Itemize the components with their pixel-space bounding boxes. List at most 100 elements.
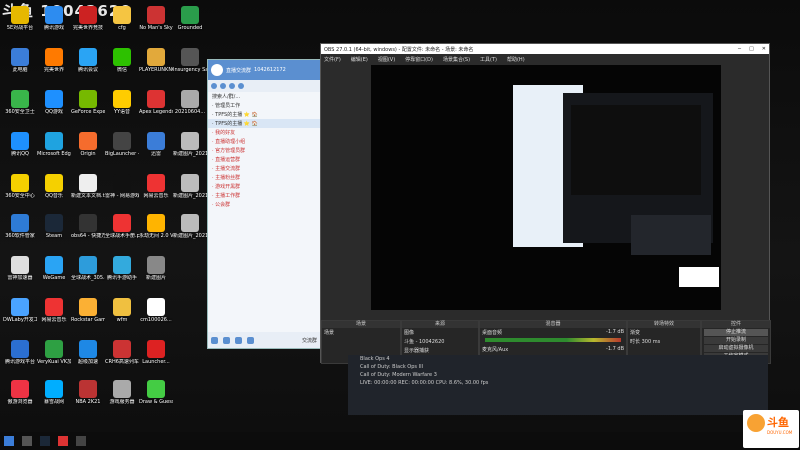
steam-taskbar-icon[interactable]	[40, 436, 50, 446]
menu-icon[interactable]	[211, 336, 218, 344]
game-taskbar-icon[interactable]	[58, 436, 68, 446]
desktop-icon[interactable]: cm100026...	[139, 298, 173, 323]
desktop-icon[interactable]: 永劫无间 2.0 Ver3.7	[139, 214, 173, 239]
desktop-icon[interactable]: 完美世界	[37, 48, 71, 73]
desktop-icon[interactable]: No Man's Sky	[139, 6, 173, 31]
list-item[interactable]: · 主播工作群	[208, 191, 320, 200]
game-list-item[interactable]: Call of Duty: Black Ops III	[348, 363, 768, 371]
desktop-icon[interactable]: 全球战术_305.exe	[71, 256, 105, 281]
desktop-icon[interactable]: Apex Legends	[139, 90, 173, 115]
desktop-icon[interactable]: 新建图片	[139, 256, 173, 281]
desktop-icon[interactable]: PLAYERUNKNOWN'S BATTLEG...	[139, 48, 173, 73]
desktop-icon[interactable]: GeForce Experience	[71, 90, 105, 115]
desktop-icon[interactable]: 暴雪战网	[37, 380, 71, 405]
list-item[interactable]: · 我的好友	[208, 128, 320, 137]
desktop-icon[interactable]: Steam	[37, 214, 71, 239]
list-item[interactable]: · TPFS的主播 ⭐ 🏠	[208, 119, 320, 128]
desktop-icon[interactable]: WeGame	[37, 256, 71, 281]
close-icon[interactable]: ✕	[762, 46, 766, 52]
list-item[interactable]: · 游戏开黑群	[208, 182, 320, 191]
control-button[interactable]: 开始录制	[704, 337, 768, 344]
emoji-icon[interactable]	[247, 336, 254, 344]
menu-item[interactable]: 编辑(E)	[351, 56, 368, 63]
menu-item[interactable]: 场景集合(S)	[443, 56, 470, 63]
duration-input[interactable]: 300 ms	[642, 339, 661, 345]
source-item[interactable]: 显示器捕获	[402, 346, 478, 355]
desktop-icon[interactable]: Origin	[71, 132, 105, 157]
desktop-icon[interactable]: Grounded	[173, 6, 207, 31]
maximize-icon[interactable]: □	[749, 46, 754, 52]
desktop-icon[interactable]: Launcher...	[139, 340, 173, 365]
desktop-icon[interactable]: 腾讯游戏	[37, 6, 71, 31]
control-button[interactable]: 停止推流	[704, 329, 768, 336]
list-item[interactable]: · 官方管理员群	[208, 146, 320, 155]
desktop-icon[interactable]: CRH6高速列车模拟器	[105, 340, 139, 365]
desktop-icon[interactable]: 20210604...	[173, 90, 207, 115]
menu-item[interactable]: 停靠窗口(D)	[405, 56, 433, 63]
list-item[interactable]: · 直播助理小组	[208, 137, 320, 146]
menu-item[interactable]: 文件(F)	[324, 56, 341, 63]
control-button[interactable]: 启动虚拟摄像机	[704, 345, 768, 352]
desktop-icon[interactable]: 雷神 - 网易游戏加速器	[105, 174, 139, 199]
game-list-item[interactable]: Call of Duty: Modern Warfare 3	[348, 371, 768, 379]
desktop-icon[interactable]: 腾讯会议	[71, 48, 105, 73]
desktop-icon[interactable]: cfg	[105, 6, 139, 31]
obs-window[interactable]: OBS 27.0.1 (64-bit, windows) - 配置文件: 未命名…	[320, 43, 771, 376]
group-icon[interactable]	[220, 83, 226, 89]
desktop-icon[interactable]: 360安全卫士	[3, 90, 37, 115]
file-icon[interactable]	[235, 336, 242, 344]
minimize-icon[interactable]: ─	[738, 46, 741, 52]
source-item[interactable]: 图像	[402, 328, 478, 337]
desktop-icon[interactable]: 腾讯QQ	[3, 132, 37, 157]
start-icon[interactable]	[4, 436, 14, 446]
list-item[interactable]: · 主播交流群	[208, 164, 320, 173]
desktop-icon[interactable]: 新建图片_2021080...	[173, 214, 207, 239]
desktop-icon[interactable]: 雷神加速器	[3, 256, 37, 281]
desktop-icon[interactable]: 360安全中心	[3, 174, 37, 199]
chat-window[interactable]: 直播交流群 1042612172 搜索人/群/... · 管理员工作 · TPF…	[207, 59, 321, 349]
list-item[interactable]: · 主播粉丝群	[208, 173, 320, 182]
task-view-icon[interactable]	[22, 436, 32, 446]
desktop-icon[interactable]: 新建图片_2021080...	[173, 132, 207, 157]
desktop-icon[interactable]: 网易云音乐	[139, 174, 173, 199]
desktop-icon[interactable]: 游戏服务器	[105, 380, 139, 405]
menu-item[interactable]: 工具(T)	[480, 56, 497, 63]
desktop-icon[interactable]: Microsoft Edge	[37, 132, 71, 157]
search-input[interactable]: 搜索人/群/...	[208, 92, 320, 101]
desktop-icon[interactable]: 傲游浏览器	[3, 380, 37, 405]
transition-select[interactable]: 渐变	[628, 328, 700, 337]
desktop-icon[interactable]: 完美世界竞技	[71, 6, 105, 31]
menu-item[interactable]: 视图(V)	[378, 56, 395, 63]
obs-preview[interactable]	[371, 65, 721, 310]
desktop-icon[interactable]: 新建图片_2021080...	[173, 174, 207, 199]
desktop-icon[interactable]: YY语音	[105, 90, 139, 115]
desktop-icon[interactable]: 此电脑	[3, 48, 37, 73]
contacts-icon[interactable]	[211, 83, 217, 89]
desktop-icon[interactable]: wfm	[105, 298, 139, 323]
desktop-icon[interactable]: 腾讯游戏平台	[3, 340, 37, 365]
desktop-icon[interactable]: 网易云音乐	[37, 298, 71, 323]
desktop-icon[interactable]: 5E对战平台	[3, 6, 37, 31]
desktop-icon[interactable]: 微信	[105, 48, 139, 73]
desktop-icon[interactable]: obs64 - 快捷方式	[71, 214, 105, 239]
desktop-icon[interactable]: 腾讯手游助手	[105, 256, 139, 281]
source-item[interactable]: 斗鱼 - 10042620	[402, 337, 478, 346]
desktop-icon[interactable]: Rockstar Games	[71, 298, 105, 323]
scene-item[interactable]: 场景	[322, 328, 400, 337]
desktop-icon[interactable]: 新建文本文档.txt	[71, 174, 105, 199]
list-item[interactable]: · 公会群	[208, 200, 320, 209]
list-item[interactable]: · 直播运营群	[208, 155, 320, 164]
volume-meter[interactable]	[485, 338, 621, 342]
desktop-icon[interactable]: 迅雷	[139, 132, 173, 157]
desktop-icon[interactable]: 全球战术手册.pdf	[105, 214, 139, 239]
desktop-icon[interactable]: 超级加速	[71, 340, 105, 365]
menu-item[interactable]: 帮助(H)	[507, 56, 525, 63]
settings-icon[interactable]	[229, 83, 235, 89]
avatar[interactable]	[211, 64, 223, 76]
mic-icon[interactable]	[223, 336, 230, 344]
obs-taskbar-icon[interactable]	[76, 436, 86, 446]
desktop-icon[interactable]: QQ音乐	[37, 174, 71, 199]
desktop-icon[interactable]: 360软件管家	[3, 214, 37, 239]
game-list-item[interactable]: Black Ops 4	[348, 355, 768, 363]
list-item[interactable]: · TPFS的主播 ⭐ 🏠	[208, 110, 320, 119]
